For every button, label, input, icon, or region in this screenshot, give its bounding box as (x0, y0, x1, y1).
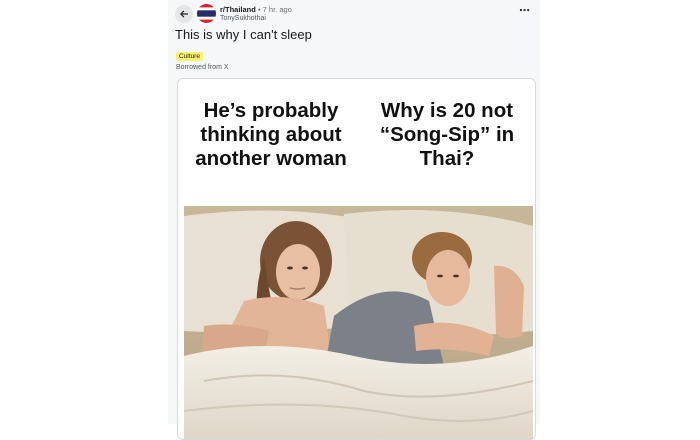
flair-badge[interactable]: Culture (176, 52, 203, 61)
meme-photo (184, 206, 533, 439)
post-header: r/Thailand • 7 hr. ago TonySukhothai ⋯ (168, 0, 540, 28)
arrow-left-icon (180, 10, 189, 18)
post-meta: r/Thailand • 7 hr. ago (220, 5, 292, 14)
subreddit-avatar[interactable] (197, 4, 216, 23)
post-body-text: Borrowed from X (176, 64, 229, 71)
meme-image[interactable]: He’s probably thinking about another wom… (177, 78, 536, 440)
author-link[interactable]: TonySukhothai (220, 15, 266, 23)
thai-flag-icon (197, 4, 216, 23)
meta-separator: • (257, 5, 261, 14)
couple-in-bed-illustration (184, 206, 533, 439)
subreddit-link[interactable]: r/Thailand (220, 5, 256, 14)
reddit-post: r/Thailand • 7 hr. ago TonySukhothai ⋯ T… (168, 0, 540, 440)
post-time: 7 hr. ago (262, 5, 292, 14)
meme-caption-left: He’s probably thinking about another wom… (195, 99, 347, 170)
more-options-icon[interactable]: ⋯ (519, 6, 530, 17)
back-button[interactable] (175, 5, 193, 23)
post-title[interactable]: This is why I can't sleep (175, 27, 312, 43)
meme-caption-right: Why is 20 not “Song-Sip” in Thai? (379, 99, 515, 170)
